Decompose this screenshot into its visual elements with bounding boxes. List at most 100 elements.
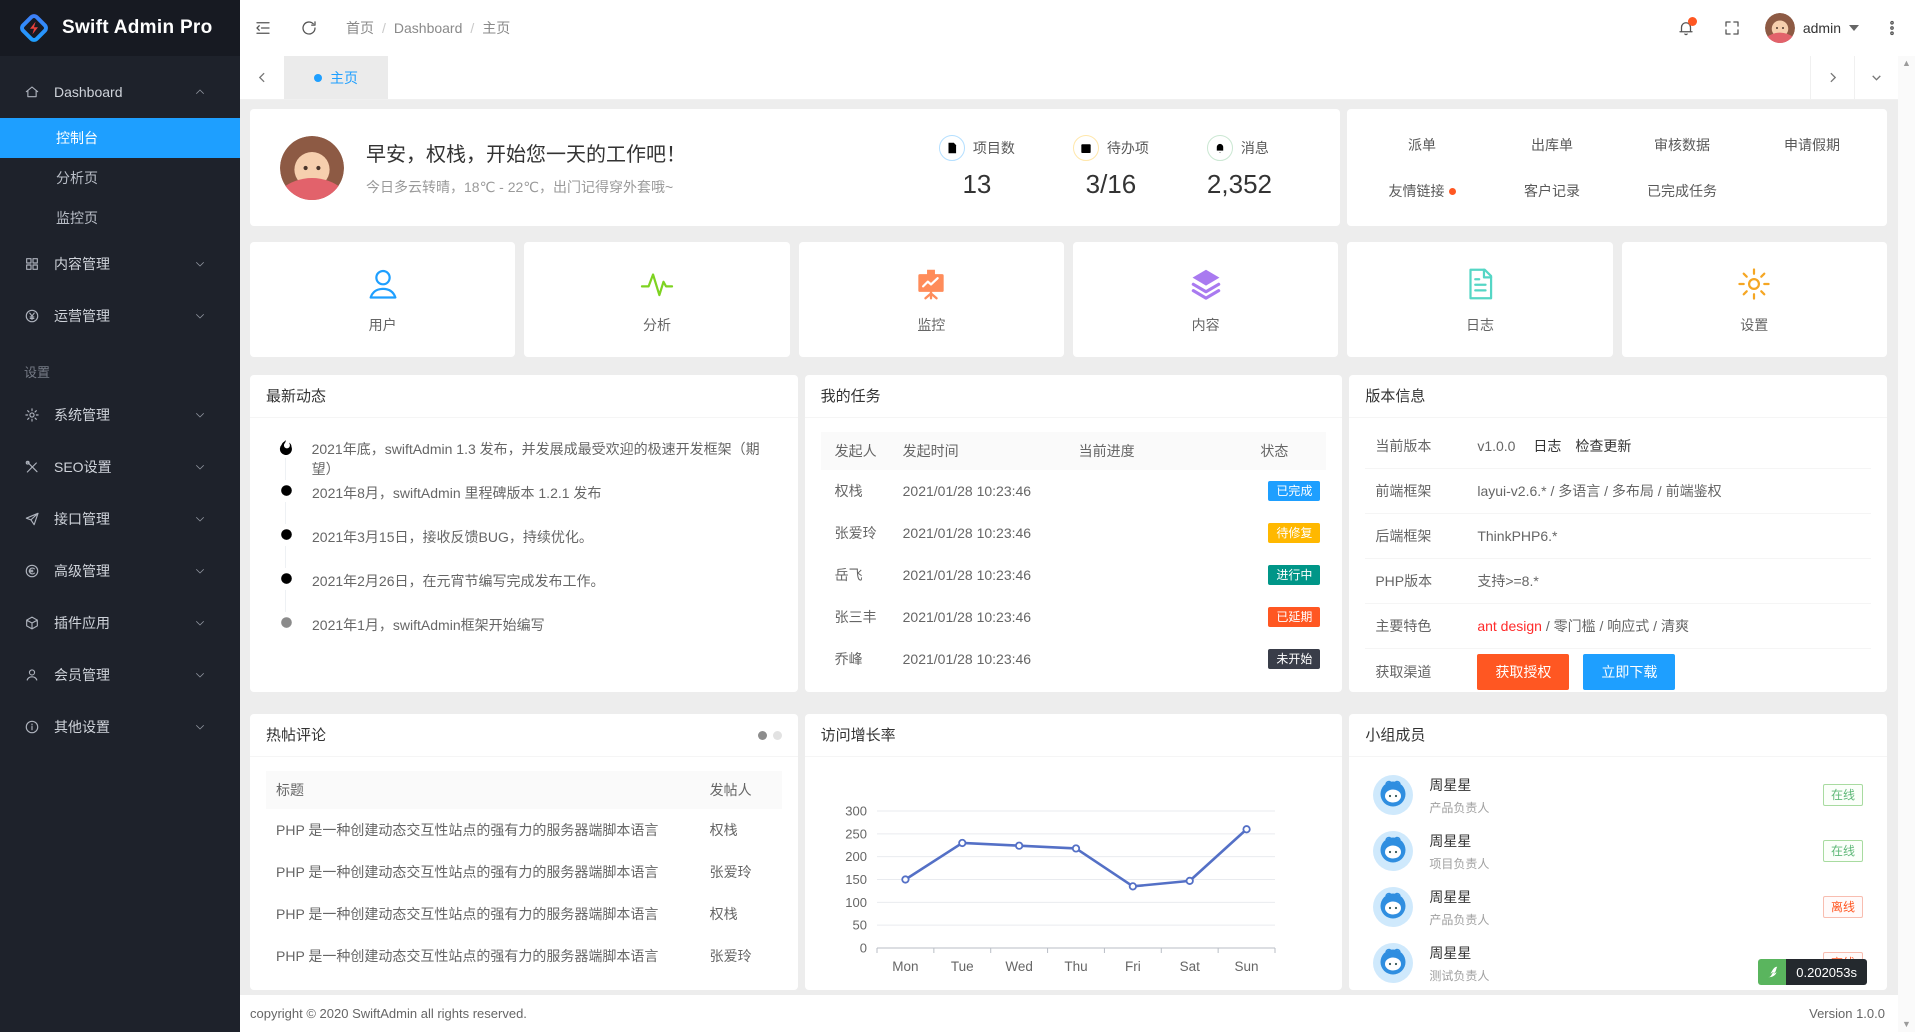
shortcut-4[interactable]: 友情链接 bbox=[1357, 181, 1487, 201]
news-timeline: 2021年底，swiftAdmin 1.3 发布，并发展成最受欢迎的极速开发框架… bbox=[250, 418, 798, 658]
post-row: PHP 是一种创建动态交互性站点的强有力的服务器端脚本语言 张爱玲 bbox=[266, 935, 782, 977]
version-row: PHP版本 支持>=8.* bbox=[1365, 559, 1871, 604]
breadcrumb-current: 主页 bbox=[482, 18, 510, 38]
svg-text:250: 250 bbox=[845, 826, 867, 841]
posts-header-row: 标题 发帖人 bbox=[266, 771, 782, 809]
sidebar-collapse-button[interactable] bbox=[240, 0, 286, 56]
version-link[interactable]: 检查更新 bbox=[1575, 438, 1631, 454]
post-title[interactable]: PHP 是一种创建动态交互性站点的强有力的服务器端脚本语言 bbox=[266, 904, 710, 924]
svg-text:300: 300 bbox=[845, 804, 867, 819]
shortcut-1[interactable]: 出库单 bbox=[1487, 135, 1617, 155]
sidebar-item-9[interactable]: 接口管理 bbox=[0, 493, 240, 545]
tasks-header-row: 发起人 发起时间 当前进度 状态 bbox=[821, 432, 1327, 470]
task-owner: 岳飞 bbox=[821, 565, 903, 585]
tab-home[interactable]: 主页 bbox=[284, 56, 388, 99]
notification-dot bbox=[1688, 17, 1697, 26]
growth-chart-title: 访问增长率 bbox=[805, 714, 1343, 757]
main-content: 早安，权栈，开始您一天的工作吧！ 今日多云转晴，18℃ - 22℃，出门记得穿外… bbox=[240, 100, 1898, 995]
sidebar-item-11[interactable]: 插件应用 bbox=[0, 597, 240, 649]
carousel-dot[interactable] bbox=[773, 731, 782, 740]
quick-nav-2[interactable]: 监控 bbox=[799, 242, 1064, 357]
post-title[interactable]: PHP 是一种创建动态交互性站点的强有力的服务器端脚本语言 bbox=[266, 946, 710, 966]
task-owner: 张爱玲 bbox=[821, 523, 903, 543]
topbar: 首页/ Dashboard/ 主页 admin bbox=[240, 0, 1915, 56]
version-label: 后端框架 bbox=[1365, 526, 1477, 546]
sidebar-item-4[interactable]: 内容管理 bbox=[0, 238, 240, 290]
shortcut-3[interactable]: 申请假期 bbox=[1747, 135, 1877, 155]
app-logo[interactable]: Swift Admin Pro bbox=[0, 0, 240, 56]
shortcut-2[interactable]: 审核数据 bbox=[1617, 135, 1747, 155]
quick-nav-5[interactable]: 设置 bbox=[1622, 242, 1887, 357]
post-title[interactable]: PHP 是一种创建动态交互性站点的强有力的服务器端脚本语言 bbox=[266, 988, 710, 990]
quick-nav-0[interactable]: 用户 bbox=[250, 242, 515, 357]
sidebar-item-12[interactable]: 会员管理 bbox=[0, 649, 240, 701]
page-scrollbar[interactable]: ▲ ▼ bbox=[1898, 56, 1915, 1032]
version-label: 获取渠道 bbox=[1365, 662, 1477, 682]
news-text: 2021年3月15日，接收反馈BUG，持续优化。 bbox=[312, 526, 593, 570]
sidebar-item-13[interactable]: 其他设置 bbox=[0, 701, 240, 753]
post-row: PHP 是一种创建动态交互性站点的强有力的服务器端脚本语言 权栈 bbox=[266, 893, 782, 935]
quick-nav-3[interactable]: 内容 bbox=[1073, 242, 1338, 357]
post-title[interactable]: PHP 是一种创建动态交互性站点的强有力的服务器端脚本语言 bbox=[266, 862, 710, 882]
version-link[interactable]: 日志 bbox=[1533, 438, 1561, 454]
more-options-button[interactable] bbox=[1869, 0, 1915, 56]
tools-icon bbox=[24, 459, 40, 475]
chevron-down-icon bbox=[194, 565, 206, 577]
quick-nav-1[interactable]: 分析 bbox=[524, 242, 789, 357]
refresh-button[interactable] bbox=[286, 0, 332, 56]
notifications-button[interactable] bbox=[1663, 0, 1709, 56]
chevron-down-icon bbox=[194, 669, 206, 681]
tabs-menu-button[interactable] bbox=[1854, 56, 1898, 99]
shortcut-0[interactable]: 派单 bbox=[1357, 135, 1487, 155]
sidebar-item-7[interactable]: 系统管理 bbox=[0, 389, 240, 441]
version-label: PHP版本 bbox=[1365, 571, 1477, 591]
version-button[interactable]: 获取授权 bbox=[1477, 654, 1569, 690]
sidebar-item-8[interactable]: SEO设置 bbox=[0, 441, 240, 493]
person-icon bbox=[364, 265, 402, 303]
carousel-dot-active[interactable] bbox=[758, 731, 767, 740]
version-label: 当前版本 bbox=[1365, 436, 1477, 456]
version-value: layui-v2.6.* / 多语言 / 多布局 / 前端鉴权 bbox=[1477, 481, 1735, 501]
vertical-dots-icon bbox=[1883, 19, 1901, 37]
quick-nav-label: 日志 bbox=[1466, 315, 1494, 335]
task-owner: 乔峰 bbox=[821, 649, 903, 669]
scroll-up-icon[interactable]: ▲ bbox=[1902, 59, 1911, 68]
breadcrumb-home[interactable]: 首页 bbox=[346, 18, 374, 38]
sidebar-item-1[interactable]: 控制台 bbox=[0, 118, 240, 158]
quick-nav-label: 监控 bbox=[917, 315, 945, 335]
tasks-card: 我的任务 发起人 发起时间 当前进度 状态 权栈 2021/01/28 10:2… bbox=[805, 375, 1343, 692]
user-menu[interactable]: admin bbox=[1755, 13, 1869, 43]
sidebar-item-2[interactable]: 分析页 bbox=[0, 158, 240, 198]
chevron-down-icon bbox=[194, 409, 206, 421]
tabs-scroll-right-button[interactable] bbox=[1810, 56, 1854, 99]
stat-label: 消息 bbox=[1241, 138, 1269, 158]
highlight-text: ant design bbox=[1477, 618, 1542, 634]
shortcut-5[interactable]: 客户记录 bbox=[1487, 181, 1617, 201]
sidebar-item-10[interactable]: 高级管理 bbox=[0, 545, 240, 597]
fullscreen-button[interactable] bbox=[1709, 0, 1755, 56]
shortcut-6[interactable]: 已完成任务 bbox=[1617, 181, 1747, 201]
sidebar-item-label: 系统管理 bbox=[54, 405, 194, 425]
username: admin bbox=[1803, 20, 1841, 36]
tasks-card-title: 我的任务 bbox=[805, 375, 1343, 418]
sidebar-item-3[interactable]: 监控页 bbox=[0, 198, 240, 238]
version-row: 后端框架 ThinkPHP6.* bbox=[1365, 514, 1871, 559]
version-card: 版本信息 当前版本 v1.0.0 日志检查更新 前端框架 layui-v2.6.… bbox=[1349, 375, 1887, 692]
sidebar-item-5[interactable]: 运营管理 bbox=[0, 290, 240, 342]
scroll-down-icon[interactable]: ▼ bbox=[1902, 1020, 1911, 1029]
tab-label: 主页 bbox=[330, 68, 358, 88]
tabs-scroll-left-button[interactable] bbox=[240, 56, 284, 99]
stat-2: 消息 2,352 bbox=[1207, 135, 1272, 200]
bell-icon bbox=[1207, 135, 1233, 161]
welcome-avatar bbox=[280, 136, 344, 200]
version-label: 前端框架 bbox=[1365, 481, 1477, 501]
hot-posts-table: 标题 发帖人 PHP 是一种创建动态交互性站点的强有力的服务器端脚本语言 权栈 … bbox=[250, 757, 798, 990]
sidebar-item-0[interactable]: Dashboard bbox=[0, 66, 240, 118]
member-role: 项目负责人 bbox=[1429, 855, 1489, 872]
version-rows: 当前版本 v1.0.0 日志检查更新 前端框架 layui-v2.6.* / 多… bbox=[1349, 418, 1887, 692]
breadcrumb-dashboard[interactable]: Dashboard bbox=[394, 20, 463, 36]
quick-nav-4[interactable]: 日志 bbox=[1347, 242, 1612, 357]
version-button[interactable]: 立即下载 bbox=[1583, 654, 1675, 690]
post-title[interactable]: PHP 是一种创建动态交互性站点的强有力的服务器端脚本语言 bbox=[266, 820, 710, 840]
task-row: 权栈 2021/01/28 10:23:46 已完成 bbox=[821, 470, 1327, 512]
